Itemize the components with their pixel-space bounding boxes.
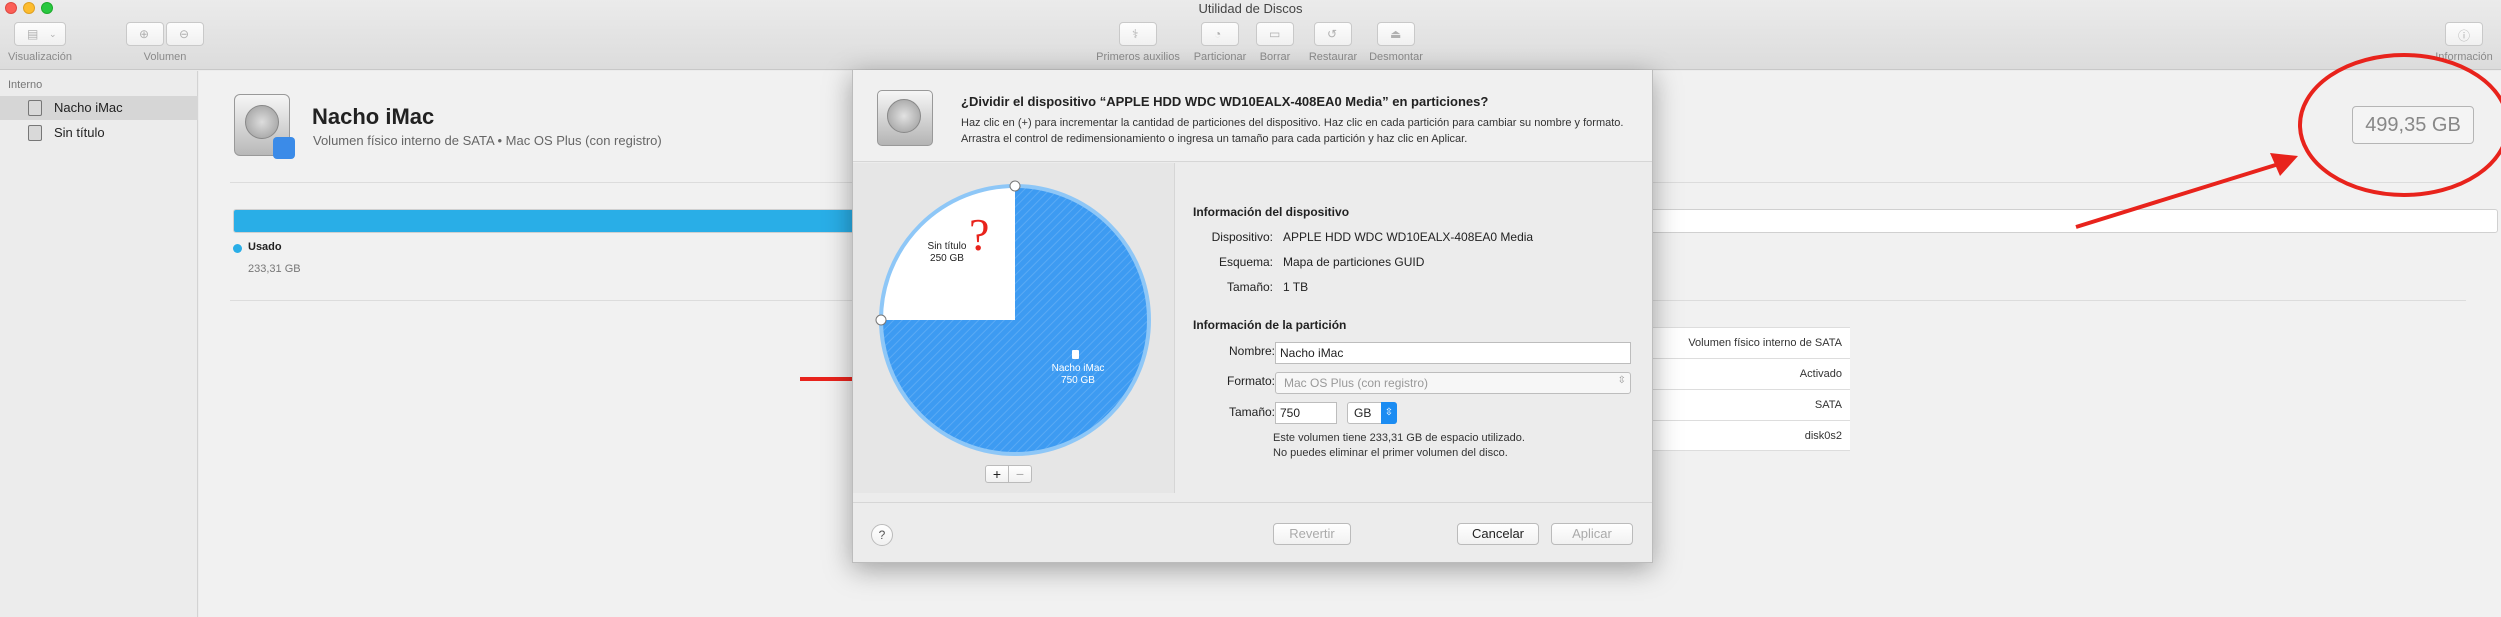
unmount-button[interactable]: ⏏ [1377,22,1415,46]
remove-partition-button[interactable]: − [1008,465,1032,483]
partition-button[interactable]: ◔ [1201,22,1239,46]
pie-label-nacho-imac-name: Nacho iMac [1051,363,1105,374]
capacity-badge: 499,35 GB [2352,106,2474,144]
format-label: Formato: [1226,374,1275,388]
add-volume-button[interactable]: ⊕ [126,22,164,46]
volume-subtitle: Volumen físico interno de SATA • Mac OS … [313,133,662,148]
restore-icon: ↺ [1327,27,1338,41]
used-legend-value: 233,31 GB [248,263,301,275]
info-status: Activado [1650,358,1850,389]
restore-label: Restaurar [1308,51,1358,63]
volume-name: Nacho iMac [312,104,435,129]
partition-size-field[interactable]: 750 [1275,402,1337,424]
info-device-id: disk0s2 [1650,420,1850,451]
window-title: Utilidad de Discos [1198,1,1303,16]
apply-button[interactable]: Aplicar [1551,523,1633,545]
chevron-down-icon: ⌄ [49,29,57,39]
stethoscope-icon: ⚕ [1132,27,1139,41]
partition-info-heading: Información de la partición [1193,318,1347,332]
info-icon: ⓘ [2458,29,2471,43]
eject-icon: ⏏ [1390,27,1402,41]
revert-button[interactable]: Revertir [1273,523,1351,545]
pie-label-sin-titulo-size: 250 GB [930,253,964,264]
cancel-button[interactable]: Cancelar [1457,523,1539,545]
chevron-updown-icon: ⇳ [1381,402,1397,424]
sheet-description: Haz clic en (+) para incrementar la cant… [961,117,1624,145]
partition-name-field[interactable]: Nacho iMac [1275,342,1631,364]
device-size-value: 1 TB [1283,280,1309,294]
sheet-footer-divider [853,502,1652,503]
sidebar-item-sin-titulo[interactable]: Sin título [0,121,198,145]
first-volume-note: No puedes eliminar el primer volumen del… [1273,447,1508,459]
erase-label: Borrar [1259,51,1291,63]
unit-select-value: GB [1354,406,1372,420]
toolbar: Utilidad de Discos ▤ ⌄ Visualización ⊕ ⊖… [0,0,2501,70]
sidebar-item-label: Nacho iMac [54,100,123,115]
name-label: Nombre: [1228,344,1275,358]
info-label: Información [2435,51,2493,63]
partition-size-label: Tamaño: [1228,405,1275,419]
add-volume-icon: ⊕ [139,27,150,41]
sidebar-item-nacho-imac[interactable]: Nacho iMac [0,96,198,120]
erase-button[interactable]: ▭ [1256,22,1294,46]
chevron-updown-icon: ⇳ [1617,375,1626,386]
hard-disk-icon [234,94,295,159]
sheet-header: ¿Dividir el dispositivo “APPLE HDD WDC W… [853,70,1652,162]
first-aid-label: Primeros auxilios [1096,51,1180,63]
view-label: Visualización [7,51,72,63]
partition-pie[interactable] [865,170,1165,470]
pie-label-sin-titulo-name: Sin título [927,241,967,252]
erase-icon: ▭ [1269,27,1281,41]
sidebar-section-internal: Interno [8,79,43,91]
unit-select[interactable]: GB ⇳ [1347,402,1397,424]
usage-note: Este volumen tiene 233,31 GB de espacio … [1273,432,1525,444]
scheme-label: Esquema: [1218,255,1273,269]
device-size-label: Tamaño: [1226,280,1273,294]
sidebar-icon: ▤ [27,27,39,41]
format-select-value: Mac OS Plus (con registro) [1284,376,1429,390]
resize-handle[interactable] [1009,180,1021,192]
remove-volume-icon: ⊖ [179,27,190,41]
format-select[interactable]: Mac OS Plus (con registro) ⇳ [1275,372,1631,394]
info-connection-type: Volumen físico interno de SATA [1650,327,1850,358]
unmount-label: Desmontar [1369,51,1423,63]
restore-button[interactable]: ↺ [1314,22,1352,46]
add-partition-button[interactable]: + [985,465,1009,483]
sidebar: Interno Nacho iMac Sin título [0,71,198,617]
sheet-title: ¿Dividir el dispositivo “APPLE HDD WDC W… [961,94,1489,109]
volume-icon [28,100,42,116]
volume-label: Volumen [143,51,187,63]
partition-icon: ◔ [1214,27,1222,41]
scheme-value: Mapa de particiones GUID [1283,255,1425,269]
resize-handle[interactable] [875,314,887,326]
remove-volume-button[interactable]: ⊖ [166,22,204,46]
first-aid-button[interactable]: ⚕ [1119,22,1157,46]
hard-disk-icon [877,90,933,146]
volume-mini-icon [1072,350,1079,359]
info-button[interactable]: ⓘ [2445,22,2483,46]
sidebar-item-label: Sin título [54,125,105,140]
pie-label-nacho-imac-size: 750 GB [1061,375,1095,386]
device-info-heading: Información del dispositivo [1193,205,1350,219]
view-button[interactable]: ▤ ⌄ [14,22,66,46]
device-value: APPLE HDD WDC WD10EALX-408EA0 Media [1283,230,1534,244]
help-button[interactable]: ? [871,524,893,546]
used-legend-label: Usado [248,241,282,253]
volume-icon [28,125,42,141]
used-legend-dot [233,244,242,253]
partition-sheet: ¿Dividir el dispositivo “APPLE HDD WDC W… [852,70,1653,563]
device-label: Dispositivo: [1211,230,1273,244]
info-bus: SATA [1650,389,1850,420]
